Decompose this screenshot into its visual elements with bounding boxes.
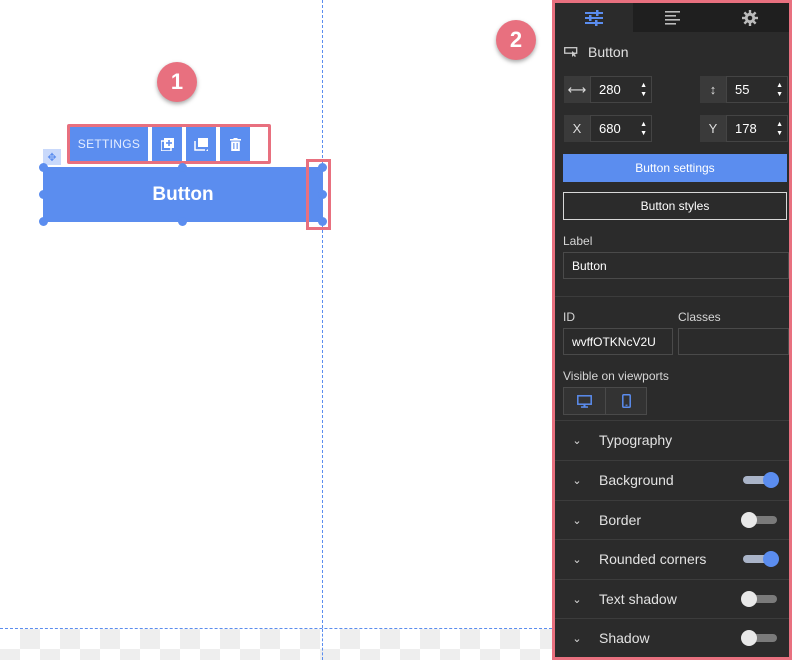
y-stepper[interactable]: ▲ ▼ — [776, 120, 783, 138]
resize-handle-top-left[interactable] — [39, 163, 48, 172]
chevron-down-icon: ⌄ — [572, 434, 582, 447]
viewport-mobile-button[interactable] — [605, 388, 646, 414]
shadow-toggle[interactable] — [741, 630, 777, 646]
height-stepper[interactable]: ▲ ▼ — [776, 81, 783, 99]
editor-canvas[interactable]: 1 SETTINGS ✥ Button 2 — [0, 0, 552, 660]
section-text-shadow[interactable]: ⌄ Text shadow — [555, 579, 789, 618]
label-input[interactable]: Button — [563, 252, 789, 279]
x-control: X 680 ▲ ▼ — [564, 115, 652, 142]
rounded-corners-toggle[interactable] — [743, 551, 779, 567]
section-label: Rounded corners — [599, 551, 707, 567]
resize-handle-highlight-box — [306, 159, 331, 230]
chevron-down-icon: ⌄ — [572, 474, 582, 487]
section-label: Shadow — [599, 630, 650, 646]
label-field-label: Label — [563, 234, 593, 248]
section-label: Text shadow — [599, 591, 677, 607]
y-label: Y — [700, 115, 726, 142]
section-typography[interactable]: ⌄ Typography — [555, 420, 789, 459]
divider — [555, 296, 789, 297]
selected-button-element[interactable]: Button — [43, 167, 323, 222]
panel-tabs — [555, 3, 789, 32]
tab-settings[interactable] — [555, 3, 633, 32]
canvas-bottom-pattern — [0, 629, 552, 660]
chevron-down-icon: ⌄ — [572, 593, 582, 606]
callout-badge-1: 1 — [157, 62, 197, 102]
x-label: X — [564, 115, 590, 142]
id-field-label: ID — [563, 310, 575, 324]
section-label: Typography — [599, 432, 673, 448]
background-toggle[interactable] — [743, 472, 779, 488]
vertical-guide-line — [322, 0, 323, 628]
text-shadow-toggle[interactable] — [741, 591, 777, 607]
duplicate-button[interactable] — [186, 127, 216, 161]
section-label: Border — [599, 512, 642, 528]
button-styles-button[interactable]: Button styles — [563, 192, 787, 220]
duplicate-icon — [194, 137, 208, 151]
button-settings-button[interactable]: Button settings — [563, 154, 787, 182]
width-stepper[interactable]: ▲ ▼ — [640, 81, 647, 99]
border-toggle[interactable] — [741, 512, 777, 528]
section-shadow[interactable]: ⌄ Shadow — [555, 618, 789, 657]
desktop-icon — [577, 394, 592, 408]
resize-handle-bottom-left[interactable] — [39, 217, 48, 226]
resize-handle-bottom[interactable] — [178, 217, 187, 226]
viewport-toggle-group — [563, 387, 647, 415]
id-input[interactable]: wvffOTKNcV2U — [563, 328, 673, 355]
add-element-button[interactable] — [152, 127, 182, 161]
resize-handle-left[interactable] — [39, 190, 48, 199]
section-label: Background — [599, 472, 674, 488]
element-title-row: Button — [555, 32, 789, 72]
y-input[interactable]: 178 ▲ ▼ — [726, 115, 788, 142]
viewports-label: Visible on viewports — [563, 369, 669, 383]
width-control: ⟷ 280 ▲ ▼ — [564, 76, 652, 103]
tab-advanced[interactable] — [711, 3, 789, 32]
chevron-down-icon: ⌄ — [572, 632, 582, 645]
add-element-icon — [160, 137, 174, 151]
properties-panel: Button ⟷ 280 ▲ ▼ ↕ 55 ▲ ▼ X 680 ▲ ▼ Y 17… — [552, 0, 792, 660]
text-align-icon — [664, 10, 680, 25]
element-toolbar: SETTINGS — [70, 127, 250, 161]
vertical-guide-line-lower — [322, 629, 323, 660]
x-stepper[interactable]: ▲ ▼ — [640, 120, 647, 138]
callout-badge-2: 2 — [496, 20, 536, 60]
chevron-down-icon: ⌄ — [572, 553, 582, 566]
x-input[interactable]: 680 ▲ ▼ — [590, 115, 652, 142]
classes-field-label: Classes — [678, 310, 721, 324]
height-input[interactable]: 55 ▲ ▼ — [726, 76, 788, 103]
y-control: Y 178 ▲ ▼ — [700, 115, 788, 142]
section-border[interactable]: ⌄ Border — [555, 500, 789, 539]
button-element-icon — [564, 47, 578, 57]
width-arrows-icon: ⟷ — [564, 76, 590, 103]
section-background[interactable]: ⌄ Background — [555, 460, 789, 499]
element-title: Button — [588, 44, 629, 60]
viewport-desktop-button[interactable] — [564, 388, 605, 414]
settings-button[interactable]: SETTINGS — [70, 127, 148, 161]
resize-handle-top[interactable] — [178, 163, 187, 172]
height-control: ↕ 55 ▲ ▼ — [700, 76, 788, 103]
classes-input[interactable] — [678, 328, 789, 355]
height-arrows-icon: ↕ — [700, 76, 726, 103]
delete-button[interactable] — [220, 127, 250, 161]
tab-content[interactable] — [633, 3, 711, 32]
sliders-icon — [585, 9, 603, 26]
width-input[interactable]: 280 ▲ ▼ — [590, 76, 652, 103]
gear-icon — [742, 9, 758, 26]
trash-icon — [229, 137, 241, 151]
chevron-down-icon: ⌄ — [572, 514, 582, 527]
mobile-icon — [621, 394, 631, 408]
section-rounded-corners[interactable]: ⌄ Rounded corners — [555, 539, 789, 578]
